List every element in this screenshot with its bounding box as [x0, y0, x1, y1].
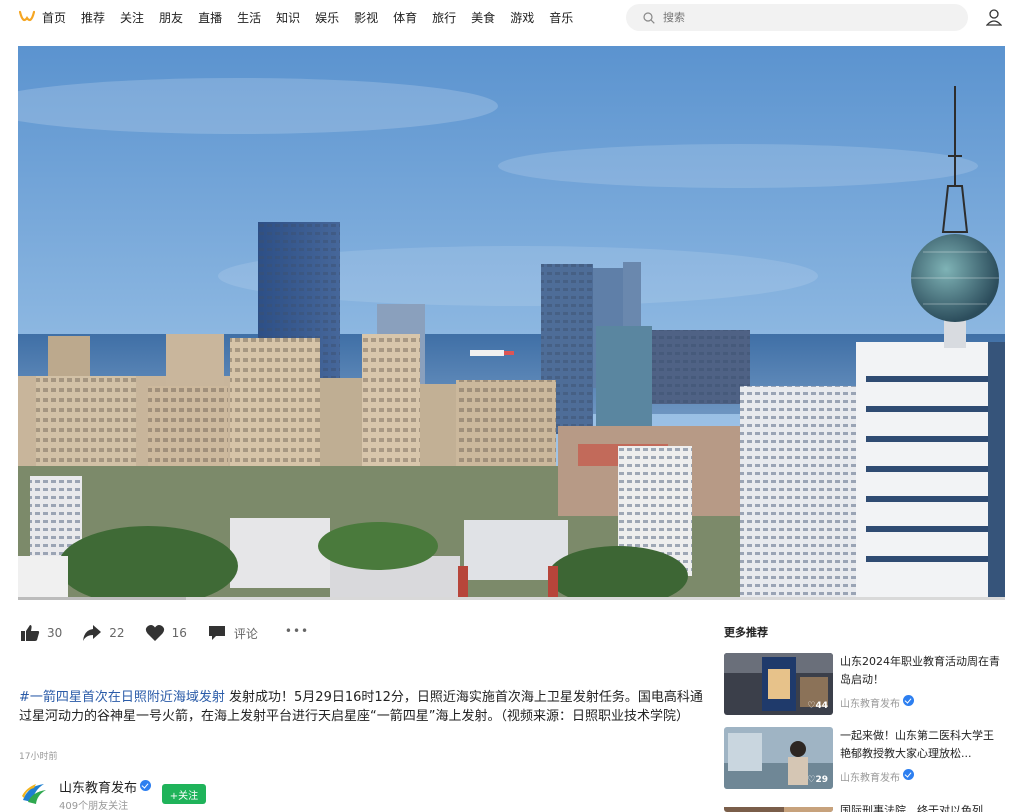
video-frame-cityscape — [18, 46, 1005, 600]
heart-icon — [145, 625, 164, 641]
recommend-item[interactable]: ♡44 山东2024年职业教育活动周在青岛启动！ 山东教育发布 — [724, 653, 1014, 715]
share-arrow-icon — [83, 625, 102, 641]
nav-item-film[interactable]: 影视 — [354, 10, 378, 26]
author-avatar[interactable] — [20, 780, 48, 806]
recommend-item-title[interactable]: 一起来做！山东第二医科大学王艳郁教授教大家心理放松... — [840, 727, 1000, 763]
nav-item-games[interactable]: 游戏 — [510, 10, 534, 26]
thumbnail-image — [724, 807, 833, 812]
follow-button[interactable]: +关注 — [162, 784, 206, 804]
action-bar: 30 22 16 评论 ••• — [20, 624, 329, 642]
top-nav: 首页 推荐 关注 朋友 直播 生活 知识 娱乐 影视 体育 旅行 美食 游戏 音… — [0, 0, 1024, 36]
video-progress-fill — [18, 597, 186, 600]
nav-item-travel[interactable]: 旅行 — [432, 10, 456, 26]
nav-item-music[interactable]: 音乐 — [549, 10, 573, 26]
recommend-item-source-row[interactable]: 山东教育发布 — [840, 769, 914, 784]
favorite-button[interactable]: 16 — [145, 624, 187, 642]
author-name[interactable]: 山东教育发布 — [59, 781, 137, 796]
nav-item-home[interactable]: 首页 — [42, 10, 66, 26]
recommend-like-count: ♡29 — [807, 775, 828, 785]
video-player[interactable] — [18, 46, 1005, 600]
comment-button[interactable]: 评论 — [207, 624, 258, 642]
search-input[interactable] — [663, 11, 943, 24]
nav-item-live[interactable]: 直播 — [198, 10, 222, 26]
author-followers: 409个朋友关注 — [59, 801, 129, 812]
nav-items: 首页 推荐 关注 朋友 直播 生活 知识 娱乐 影视 体育 旅行 美食 游戏 音… — [42, 10, 588, 26]
recommend-item-title[interactable]: 山东2024年职业教育活动周在青岛启动！ — [840, 653, 1000, 689]
user-icon[interactable] — [986, 9, 1002, 26]
verified-badge-icon — [903, 695, 914, 706]
nav-item-entertainment[interactable]: 娱乐 — [315, 10, 339, 26]
share-count: 22 — [109, 626, 125, 640]
comment-label: 评论 — [233, 626, 258, 641]
verified-badge-icon — [903, 769, 914, 780]
recommend-item[interactable]: 国际刑事法院、终于对以色列 — [724, 802, 1014, 812]
hashtag-link[interactable]: #一箭四星首次在日照附近海域发射 — [19, 690, 225, 705]
post-time: 17小时前 — [19, 752, 58, 762]
post-description: #一箭四星首次在日照附近海域发射 发射成功！5月29日16时12分，日照近海实施… — [19, 688, 715, 726]
recommend-thumbnail[interactable]: ♡44 — [724, 653, 833, 715]
search-icon — [643, 11, 655, 24]
recommend-item-source[interactable]: 山东教育发布 — [840, 699, 900, 710]
app-logo-icon[interactable] — [19, 9, 35, 25]
thumbs-up-icon — [21, 625, 40, 641]
recommend-item[interactable]: ♡29 一起来做！山东第二医科大学王艳郁教授教大家心理放松... 山东教育发布 — [724, 727, 1014, 789]
comment-icon — [208, 626, 225, 640]
share-button[interactable]: 22 — [82, 624, 125, 642]
recommend-item-source-row[interactable]: 山东教育发布 — [840, 695, 914, 710]
nav-item-sports[interactable]: 体育 — [393, 10, 417, 26]
recommend-thumbnail[interactable] — [724, 802, 833, 812]
nav-item-knowledge[interactable]: 知识 — [276, 10, 300, 26]
recommend-item-title[interactable]: 国际刑事法院、终于对以色列 — [840, 802, 1000, 812]
more-dots: ••• — [284, 624, 310, 638]
favorite-count: 16 — [171, 626, 187, 640]
nav-item-friends[interactable]: 朋友 — [159, 10, 183, 26]
nav-item-life[interactable]: 生活 — [237, 10, 261, 26]
like-count: 30 — [47, 626, 63, 640]
nav-item-recommend[interactable]: 推荐 — [81, 10, 105, 26]
video-progress-bar[interactable] — [18, 597, 1005, 600]
like-button[interactable]: 30 — [20, 624, 62, 642]
recommend-item-source[interactable]: 山东教育发布 — [840, 773, 900, 784]
nav-item-food[interactable]: 美食 — [471, 10, 495, 26]
verified-badge-icon — [140, 780, 152, 791]
author-name-row[interactable]: 山东教育发布 — [59, 777, 152, 796]
recommend-thumbnail[interactable]: ♡29 — [724, 727, 833, 789]
nav-item-following[interactable]: 关注 — [120, 10, 144, 26]
recommend-title: 更多推荐 — [724, 626, 768, 639]
search-box[interactable] — [626, 4, 968, 31]
more-button[interactable]: ••• — [278, 624, 309, 638]
recommend-like-count: ♡44 — [807, 701, 828, 711]
